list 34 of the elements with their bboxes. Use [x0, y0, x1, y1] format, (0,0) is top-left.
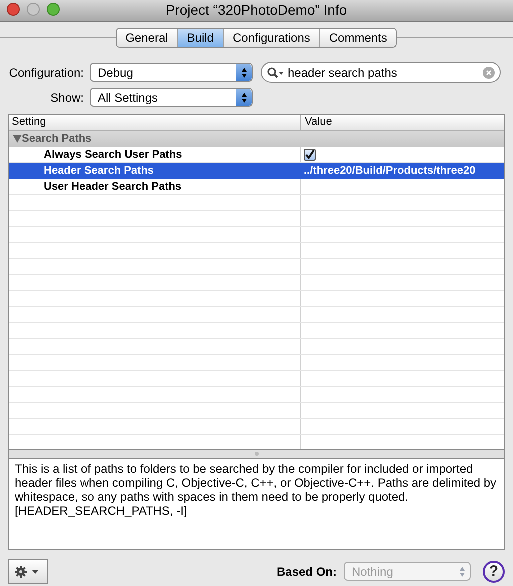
column-header[interactable]: Setting: [9, 115, 301, 130]
setting-name: Always Search User Paths: [9, 147, 301, 162]
action-menu-button[interactable]: [8, 559, 48, 584]
show-label: Show:: [50, 90, 85, 106]
stepper-icon: [236, 89, 252, 106]
window-title: Project “320PhotoDemo” Info: [166, 1, 348, 20]
configuration-dropdown[interactable]: Debug: [90, 63, 253, 82]
configuration-label: Configuration:: [8, 64, 85, 82]
tab[interactable]: Configurations: [222, 29, 320, 47]
setting-row[interactable]: User Header Search Paths: [9, 179, 504, 195]
show-dropdown[interactable]: All Settings: [90, 88, 253, 107]
setting-value: ../three20/Build/Products/three20: [304, 164, 476, 179]
setting-row[interactable]: Header Search Paths ../three20/Build/Products/three20: [9, 163, 504, 179]
stepper-icon: [236, 64, 252, 81]
tab[interactable]: General: [116, 29, 178, 47]
group-label: Search Paths: [22, 132, 92, 147]
search-field[interactable]: header search paths: [261, 62, 501, 83]
based-on-label: Based On:: [276, 564, 337, 580]
clear-icon[interactable]: [483, 66, 495, 78]
gear-icon: [15, 566, 27, 578]
setting-name: Header Search Paths: [9, 163, 301, 179]
tab[interactable]: Comments: [319, 29, 396, 47]
search-icon: [267, 66, 285, 78]
caret-icon: [32, 570, 39, 574]
zoom-icon[interactable]: [47, 3, 60, 16]
group-row[interactable]: Search Paths: [9, 131, 504, 147]
checkbox[interactable]: [304, 148, 316, 160]
tab[interactable]: Build: [177, 29, 223, 47]
description-text: This is a list of paths to folders to be searched by the compiler for included or imported header files when compiling C, Objective-C, C++, or Objective-C++. Paths are delimited by whitespace, so any paths with spaces in them need to be properly quoted. [HEADER_SEARCH_PATHS, -I]: [15, 462, 498, 518]
column-header[interactable]: Value: [301, 115, 504, 130]
setting-name: User Header Search Paths: [9, 179, 301, 194]
close-icon[interactable]: [7, 3, 20, 16]
splitter-handle-icon[interactable]: [254, 452, 258, 456]
help-button[interactable]: ?: [483, 560, 505, 582]
